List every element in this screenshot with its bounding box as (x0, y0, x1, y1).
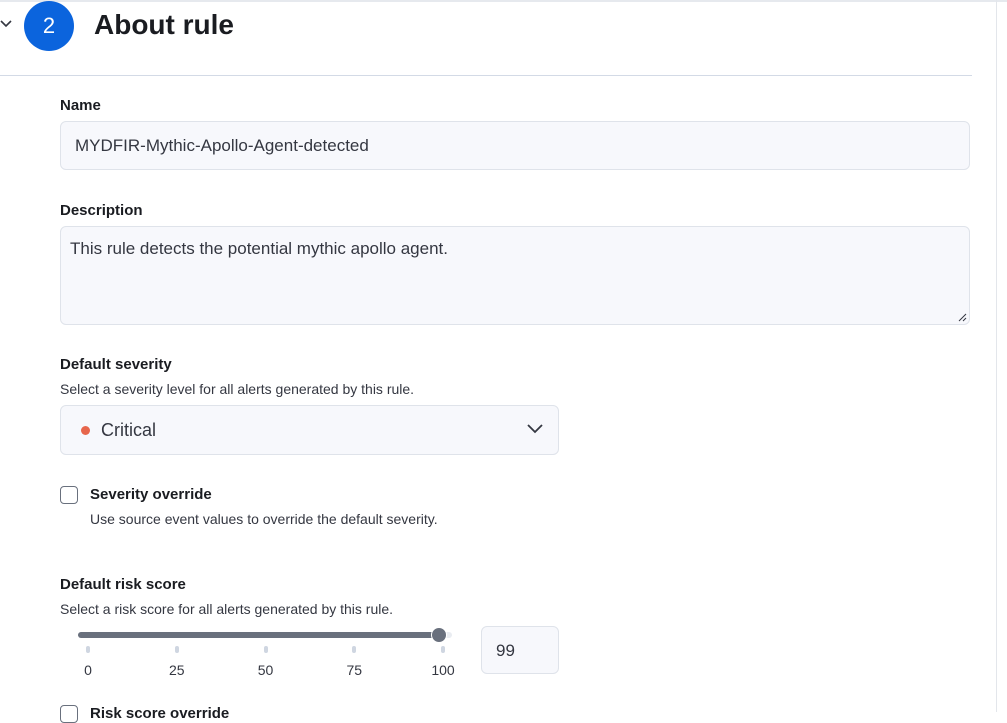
top-border (0, 0, 1007, 2)
description-label: Description (60, 202, 143, 219)
severity-help: Select a severity level for all alerts g… (60, 381, 415, 397)
risk-score-label: Default risk score (60, 576, 186, 593)
slider-tick-mark (174, 646, 179, 653)
resize-handle-icon[interactable] (957, 312, 967, 322)
chevron-down-icon[interactable] (0, 16, 14, 32)
severity-dot-icon (81, 426, 90, 435)
severity-label: Default severity (60, 356, 172, 373)
risk-score-slider[interactable] (78, 627, 452, 643)
description-text: This rule detects the potential mythic a… (70, 239, 448, 258)
slider-tick-label: 75 (346, 662, 363, 678)
risk-score-slider-fill (78, 632, 440, 638)
slider-tick-mark (86, 646, 90, 653)
risk-score-override-label: Risk score override (90, 705, 230, 722)
right-border (996, 0, 997, 712)
severity-override-label: Severity override (90, 486, 212, 503)
risk-score-override-checkbox[interactable] (60, 705, 78, 723)
risk-score-number-input[interactable]: 99 (481, 626, 559, 674)
slider-tick-label: 0 (84, 662, 92, 678)
name-input[interactable]: MYDFIR-Mythic-Apollo-Agent-detected (60, 121, 970, 170)
slider-tick-label: 50 (257, 662, 274, 678)
severity-selected-value: Critical (101, 420, 157, 440)
risk-score-help: Select a risk score for all alerts gener… (60, 601, 394, 617)
section-divider (0, 75, 972, 76)
description-textarea[interactable]: This rule detects the potential mythic a… (60, 226, 970, 325)
section-title: About rule (94, 9, 234, 40)
step-number-badge: 2 (24, 1, 74, 51)
slider-tick-mark (441, 646, 445, 653)
slider-tick-mark (352, 646, 357, 653)
slider-tick-mark (263, 646, 268, 653)
severity-override-checkbox[interactable] (60, 486, 78, 504)
chevron-down-icon (527, 424, 543, 434)
severity-override-help: Use source event values to override the … (90, 511, 438, 527)
risk-score-slider-thumb[interactable] (431, 627, 448, 643)
slider-tick-label: 25 (168, 662, 185, 678)
slider-tick-label: 100 (431, 662, 455, 678)
severity-select[interactable]: Critical (60, 405, 559, 455)
name-label: Name (60, 97, 101, 114)
